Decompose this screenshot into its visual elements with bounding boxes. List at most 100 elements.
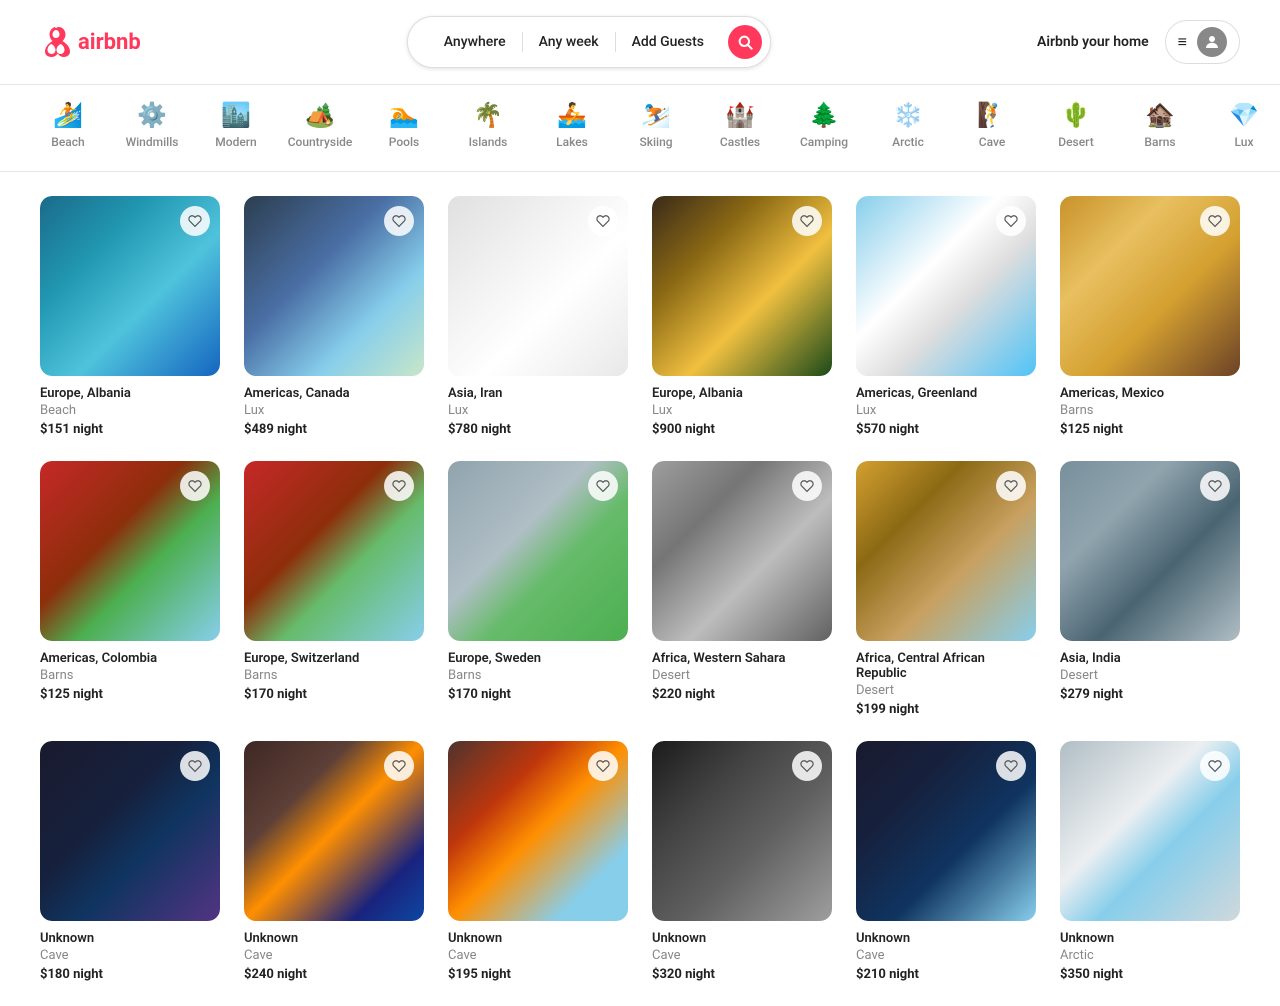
header: airbnb Anywhere Any week Add Guests Airb… [0,0,1280,85]
menu-avatar[interactable]: ≡ [1165,20,1240,64]
countryside-icon: 🏕️ [305,101,335,129]
listing-image-wrapper [244,741,424,921]
search-bar[interactable]: Anywhere Any week Add Guests [407,16,771,68]
price-amount: $180 [40,967,70,982]
favorite-button[interactable] [792,206,822,236]
price-amount: $279 [1060,687,1090,702]
listing-type: Beach [40,403,220,418]
favorite-button[interactable] [384,206,414,236]
price-label: night [73,422,103,437]
price-amount: $170 [448,687,478,702]
category-islands[interactable]: 🌴 Islands [460,101,516,155]
listing-card[interactable]: Europe, Albania Lux $900 night [652,196,832,437]
favorite-button[interactable] [180,206,210,236]
listing-card[interactable]: Unknown Cave $320 night [652,741,832,982]
category-countryside[interactable]: 🏕️ Countryside [292,101,348,155]
listing-price: $570 night [856,422,1036,437]
category-pools[interactable]: 🏊 Pools [376,101,432,155]
price-label: night [889,422,919,437]
listing-location: Europe, Sweden [448,651,628,666]
listing-type: Cave [856,948,1036,963]
listing-card[interactable]: Americas, Canada Lux $489 night [244,196,424,437]
favorite-button[interactable] [588,751,618,781]
category-beach[interactable]: 🏄 Beach [40,101,96,155]
price-amount: $170 [244,687,274,702]
guests-search[interactable]: Add Guests [616,32,720,52]
listing-image-wrapper [244,461,424,641]
favorite-button[interactable] [180,751,210,781]
listing-image-wrapper [40,196,220,376]
date-search[interactable]: Any week [523,32,616,52]
listing-location: Asia, Iran [448,386,628,401]
listing-type: Barns [40,668,220,683]
listing-card[interactable]: Europe, Sweden Barns $170 night [448,461,628,717]
category-camping[interactable]: 🌲 Camping [796,101,852,155]
listing-card[interactable]: Americas, Greenland Lux $570 night [856,196,1036,437]
category-label-camping: Camping [800,135,848,149]
modern-icon: 🏙️ [221,101,251,129]
listing-card[interactable]: Unknown Cave $180 night [40,741,220,982]
favorite-button[interactable] [180,471,210,501]
listing-card[interactable]: Africa, Western Sahara Desert $220 night [652,461,832,717]
favorite-button[interactable] [996,471,1026,501]
airbnb-home-link[interactable]: Airbnb your home [1037,34,1149,50]
category-arctic[interactable]: ❄️ Arctic [880,101,936,155]
category-modern[interactable]: 🏙️ Modern [208,101,264,155]
listing-price: $780 night [448,422,628,437]
price-label: night [277,422,307,437]
favorite-button[interactable] [996,751,1026,781]
favorite-button[interactable] [588,471,618,501]
listing-price: $240 night [244,967,424,982]
favorite-button[interactable] [1200,206,1230,236]
price-label: night [889,967,919,982]
logo[interactable]: airbnb [40,26,141,58]
search-button[interactable] [728,25,762,59]
price-label: night [481,967,511,982]
price-label: night [481,422,511,437]
listing-card[interactable]: Asia, India Desert $279 night [1060,461,1240,717]
category-skiing[interactable]: ⛷️ Skiing [628,101,684,155]
price-amount: $900 [652,422,682,437]
favorite-button[interactable] [588,206,618,236]
favorite-button[interactable] [996,206,1026,236]
listing-price: $170 night [448,687,628,702]
category-lux[interactable]: 💎 Lux [1216,101,1272,155]
category-label-islands: Islands [469,135,508,149]
location-search[interactable]: Anywhere [428,32,523,52]
price-amount: $151 [40,422,70,437]
category-barns[interactable]: 🏚️ Barns [1132,101,1188,155]
listing-type: Cave [244,948,424,963]
category-castles[interactable]: 🏰 Castles [712,101,768,155]
category-label-castles: Castles [720,135,760,149]
favorite-button[interactable] [384,751,414,781]
listing-card[interactable]: Europe, Switzerland Barns $170 night [244,461,424,717]
listing-card[interactable]: Africa, Central African Republic Desert … [856,461,1036,717]
listing-type: Cave [40,948,220,963]
listing-location: Americas, Mexico [1060,386,1240,401]
listing-card[interactable]: Asia, Iran Lux $780 night [448,196,628,437]
listing-location: Unknown [1060,931,1240,946]
listing-card[interactable]: Americas, Colombia Barns $125 night [40,461,220,717]
listing-card[interactable]: Unknown Cave $240 night [244,741,424,982]
windmills-icon: ⚙️ [137,101,167,129]
arctic-icon: ❄️ [893,101,923,129]
listing-card[interactable]: Europe, Albania Beach $151 night [40,196,220,437]
listing-price: $220 night [652,687,832,702]
category-windmills[interactable]: ⚙️ Windmills [124,101,180,155]
favorite-button[interactable] [792,751,822,781]
favorite-button[interactable] [792,471,822,501]
favorite-button[interactable] [384,471,414,501]
favorite-button[interactable] [1200,751,1230,781]
listing-card[interactable]: Unknown Cave $210 night [856,741,1036,982]
category-desert[interactable]: 🌵 Desert [1048,101,1104,155]
category-label-beach: Beach [51,135,84,149]
favorite-button[interactable] [1200,471,1230,501]
listing-card[interactable]: Americas, Mexico Barns $125 night [1060,196,1240,437]
listing-card[interactable]: Unknown Arctic $350 night [1060,741,1240,982]
category-lakes[interactable]: 🚣 Lakes [544,101,600,155]
category-cave[interactable]: 🧗 Cave [964,101,1020,155]
listing-card[interactable]: Unknown Cave $195 night [448,741,628,982]
price-label: night [889,702,919,717]
skiing-icon: ⛷️ [641,101,671,129]
listing-type: Cave [448,948,628,963]
